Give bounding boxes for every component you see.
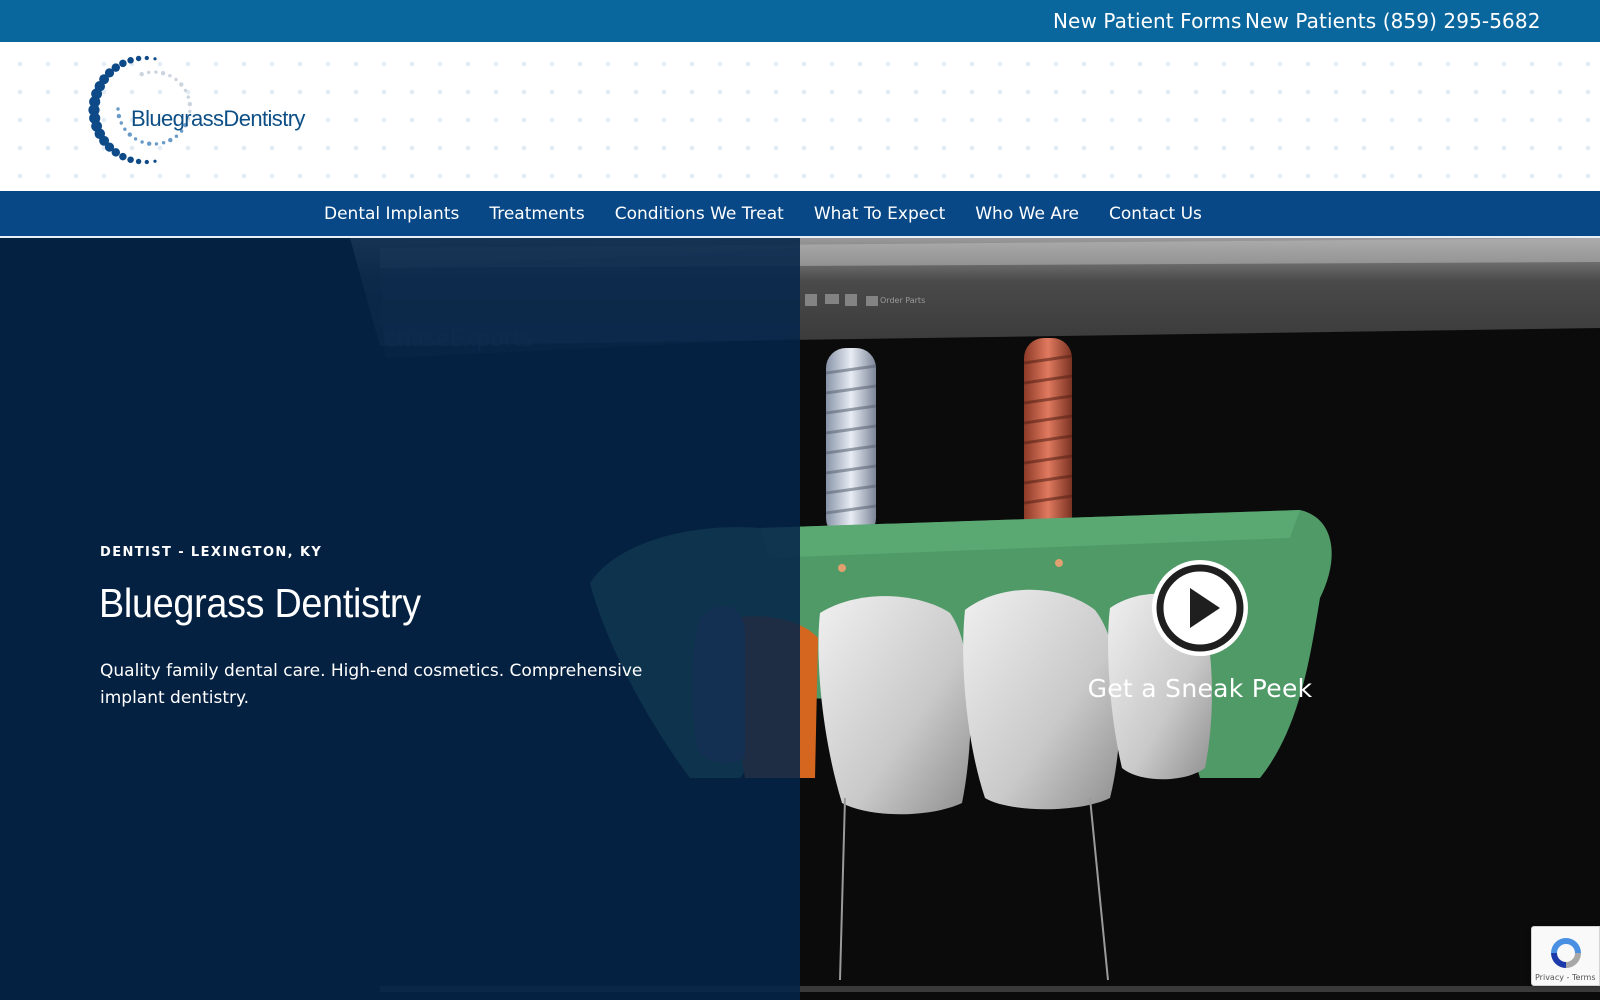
sneak-peek-label[interactable]: Get a Sneak Peek bbox=[1000, 674, 1400, 703]
recaptcha-links[interactable]: Privacy - Terms bbox=[1535, 973, 1596, 982]
logo-dot bbox=[183, 88, 188, 93]
logo-dot bbox=[127, 57, 134, 64]
recaptcha-badge[interactable]: Privacy - Terms bbox=[1531, 926, 1600, 986]
logo-dot bbox=[139, 72, 144, 77]
nav-menu: Dental Implants Treatments Conditions We… bbox=[324, 191, 1232, 236]
logo-dot bbox=[119, 152, 127, 161]
new-patient-forms-link[interactable]: New Patient Forms bbox=[1053, 9, 1241, 33]
site-header: BluegrassDentistry bbox=[0, 42, 1600, 191]
play-video-button[interactable] bbox=[1152, 560, 1248, 656]
logo-dot bbox=[119, 59, 127, 68]
logo-dot bbox=[186, 95, 190, 99]
logo-dot bbox=[116, 113, 122, 119]
nav-item-conditions-we-treat[interactable]: Conditions We Treat bbox=[615, 204, 784, 224]
logo-dot bbox=[144, 159, 149, 165]
logo-dot bbox=[147, 141, 152, 146]
hero-eyebrow: DENTIST - LEXINGTON, KY bbox=[100, 545, 323, 560]
logo-dot bbox=[135, 158, 142, 165]
logo-dot bbox=[179, 82, 184, 87]
nav-item-what-to-expect[interactable]: What To Expect bbox=[814, 204, 945, 224]
logo-dot bbox=[116, 107, 120, 111]
new-patients-phone-link[interactable]: New Patients (859) 295-5682 bbox=[1245, 9, 1541, 33]
logo-dot bbox=[127, 132, 132, 137]
svg-text:Order Parts: Order Parts bbox=[880, 296, 925, 305]
play-icon bbox=[1156, 564, 1244, 652]
logo-dot bbox=[160, 71, 166, 76]
logo-dot bbox=[135, 55, 142, 62]
nav-item-who-we-are[interactable]: Who We Are bbox=[975, 204, 1079, 224]
logo-dot bbox=[127, 156, 134, 163]
nav-item-dental-implants[interactable]: Dental Implants bbox=[324, 204, 459, 224]
main-navigation: Dental Implants Treatments Conditions We… bbox=[0, 191, 1600, 238]
top-utility-bar: New Patient Forms New Patients (859) 295… bbox=[0, 0, 1600, 42]
logo-dot bbox=[168, 137, 173, 143]
logo-dot bbox=[153, 159, 157, 163]
logo-dot bbox=[154, 142, 159, 146]
hero-section: Order Parts chaseExports bbox=[0, 238, 1600, 1000]
logo-dot bbox=[133, 137, 138, 141]
logo-dot bbox=[111, 148, 121, 157]
logo-dot bbox=[147, 70, 151, 75]
logo-dot bbox=[174, 134, 179, 138]
nav-item-treatments[interactable]: Treatments bbox=[489, 204, 584, 224]
logo-dot bbox=[119, 121, 123, 125]
logo-dot bbox=[123, 127, 127, 131]
recaptcha-icon bbox=[1551, 938, 1581, 968]
logo-dot bbox=[168, 74, 172, 78]
nav-item-contact-us[interactable]: Contact Us bbox=[1109, 204, 1202, 224]
logo-dot bbox=[144, 55, 149, 61]
logo-dot bbox=[174, 77, 178, 82]
logo-dot bbox=[161, 141, 166, 145]
logo-dot bbox=[154, 70, 158, 74]
hero-title: Bluegrass Dentistry bbox=[99, 580, 421, 626]
hero-description: Quality family dental care. High-end cos… bbox=[100, 661, 643, 708]
logo-dot bbox=[140, 140, 144, 144]
logo-dot bbox=[153, 57, 157, 61]
logo-text: BluegrassDentistry bbox=[131, 106, 305, 131]
